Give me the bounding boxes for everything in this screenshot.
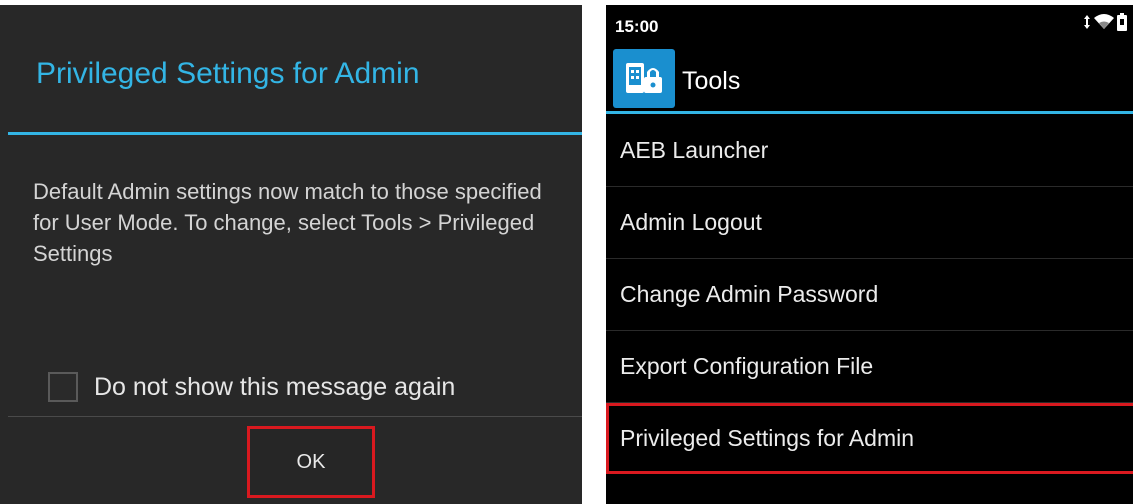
dont-show-again-option[interactable]: Do not show this message again [48,367,455,407]
privileged-settings-dialog: Privileged Settings for Admin Default Ad… [0,5,582,504]
dialog-title: Privileged Settings for Admin [36,57,420,90]
menu-item-admin-logout[interactable]: Admin Logout [606,187,1133,259]
menu-item-export-configuration-file[interactable]: Export Configuration File [606,331,1133,403]
menu-item-privileged-settings-for-admin[interactable]: Privileged Settings for Admin [606,403,1133,474]
data-arrows-icon [1083,14,1091,30]
status-bar: 15:00 [606,5,1133,43]
menu-item-change-admin-password[interactable]: Change Admin Password [606,259,1133,331]
dont-show-again-checkbox[interactable] [48,372,78,402]
action-bar-title: Tools [682,67,741,95]
menu-item-aeb-launcher[interactable]: AEB Launcher [606,115,1133,187]
wifi-icon [1094,14,1114,30]
tools-screen: 15:00 Tools AEB Launcher Admin Logout Ch… [606,5,1133,504]
ok-button[interactable]: OK [247,426,375,498]
battery-icon [1117,13,1127,31]
tools-menu-list: AEB Launcher Admin Logout Change Admin P… [606,115,1133,474]
dialog-button-divider [8,416,582,417]
dialog-message: Default Admin settings now match to thos… [33,179,542,266]
dialog-title-divider [8,132,582,135]
action-bar-divider [606,111,1133,114]
status-time: 15:00 [615,17,659,36]
action-bar: Tools [606,43,1133,112]
tools-lock-icon[interactable] [613,49,675,108]
status-icons [1080,13,1127,31]
dont-show-again-label: Do not show this message again [94,372,456,401]
